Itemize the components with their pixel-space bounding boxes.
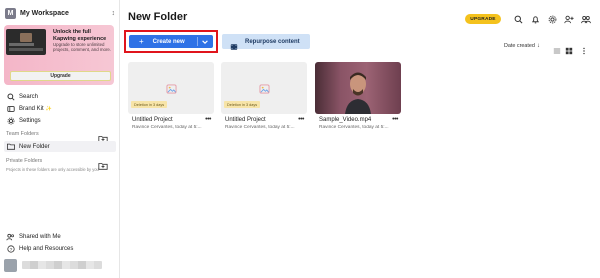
chevron-down-icon[interactable] [201,36,209,48]
sidebar-item-settings[interactable]: Settings [6,115,114,126]
gear-icon [6,116,15,125]
repurpose-content-button[interactable]: Repurpose content [222,34,310,50]
repurpose-content-label: Repurpose content [245,38,300,45]
sidebar-item-label: Search [19,93,39,100]
user-name-redacted [22,261,102,269]
sidebar-item-new-folder[interactable]: New Folder [6,141,114,152]
promo-image [6,29,46,55]
list-view-icon[interactable] [553,42,561,54]
upgrade-promo: Unlock the full Kapwing experience Upgra… [4,25,114,85]
arrow-down-icon: ↓ [536,43,540,49]
more-vertical-icon[interactable] [580,42,588,55]
search-icon[interactable] [512,13,524,25]
grid-view-icon[interactable] [565,42,573,55]
video-card[interactable]: Sample_Video.mp4 ••• Ravince Cervantes, … [315,62,401,134]
image-placeholder-icon [259,81,270,94]
upgrade-button[interactable]: UPGRADE [465,14,501,24]
sidebar-item-label: New Folder [19,143,50,150]
brand-kit-icon [6,104,15,113]
sidebar-item-brand-kit[interactable]: Brand Kit ✨ [6,103,114,114]
help-icon: ? [6,244,15,253]
sidebar-item-label: Help and Resources [19,245,74,252]
project-meta: Ravince Cervantes, today at 5:... [225,125,295,130]
workspace-name: My Workspace [20,9,69,17]
more-options-icon[interactable]: ••• [205,116,211,123]
project-card[interactable]: Deletion in 3 days Untitled Project ••• … [128,62,214,134]
video-name: Sample_Video.mp4 [319,117,372,123]
project-name: Untitled Project [132,117,173,123]
promo-description: Upgrade to store unlimited projects, com… [53,42,112,53]
project-name: Untitled Project [225,117,266,123]
deletion-badge: Deletion in 3 days [131,101,168,108]
app-window: M My Workspace ↕ Unlock the full Kapwing… [0,0,600,278]
user-profile[interactable] [4,258,116,272]
top-toolbar: UPGRADE [465,13,592,25]
avatar [4,258,17,272]
create-new-button[interactable]: + Create new [129,35,213,48]
sort-label: Date created [504,43,535,49]
project-thumbnail[interactable]: Deletion in 3 days [128,62,214,114]
create-new-highlight: + Create new [124,30,218,53]
gear-icon[interactable] [546,13,558,25]
project-card[interactable]: Deletion in 3 days Untitled Project ••• … [221,62,307,134]
chevron-updown-icon: ↕ [111,9,116,17]
folder-icon [6,142,15,151]
search-icon [6,92,15,101]
create-new-label: Create new [152,38,185,45]
person-in-video-image [345,72,371,114]
sparkle-icon: ✨ [45,105,52,112]
private-folders-heading: Private Folders [6,158,43,164]
video-thumbnail[interactable] [315,62,401,114]
team-icon[interactable] [580,13,592,25]
sidebar-item-search[interactable]: Search [6,91,114,102]
shared-users-icon [6,232,15,241]
sidebar-item-label: Settings [19,117,41,124]
image-placeholder-icon [166,81,177,94]
workspace-avatar: M [5,7,16,19]
sidebar-item-shared-with-me[interactable]: Shared with Me [6,231,114,242]
more-options-icon[interactable]: ••• [298,116,304,123]
promo-title: Unlock the full Kapwing experience [53,29,107,42]
more-options-icon[interactable]: ••• [392,116,398,123]
private-folders-note: Projects in these folders are only acces… [6,167,99,172]
page-title: New Folder [128,11,188,23]
project-thumbnail[interactable]: Deletion in 3 days [221,62,307,114]
promo-upgrade-button[interactable]: Upgrade [10,71,111,81]
add-private-folder-icon[interactable] [98,157,108,170]
deletion-badge: Deletion in 3 days [224,101,261,108]
film-icon [230,38,238,50]
bell-icon[interactable] [529,13,541,25]
add-user-icon[interactable] [563,13,575,25]
add-team-folder-icon[interactable] [98,130,108,143]
sidebar-item-help[interactable]: ? Help and Resources [6,243,114,254]
sidebar: M My Workspace ↕ Unlock the full Kapwing… [0,0,120,278]
sidebar-item-label: Brand Kit [19,105,44,112]
sort-dropdown[interactable]: Date created ↓ [504,43,540,49]
workspace-switcher[interactable]: M My Workspace ↕ [5,6,115,20]
team-folders-heading: Team Folders [6,131,39,137]
video-meta: Ravince Cervantes, today at 5:... [319,125,389,130]
plus-icon: + [139,36,144,46]
sidebar-item-label: Shared with Me [19,233,61,240]
project-meta: Ravince Cervantes, today at 5:... [132,125,202,130]
svg-text:?: ? [9,246,12,252]
